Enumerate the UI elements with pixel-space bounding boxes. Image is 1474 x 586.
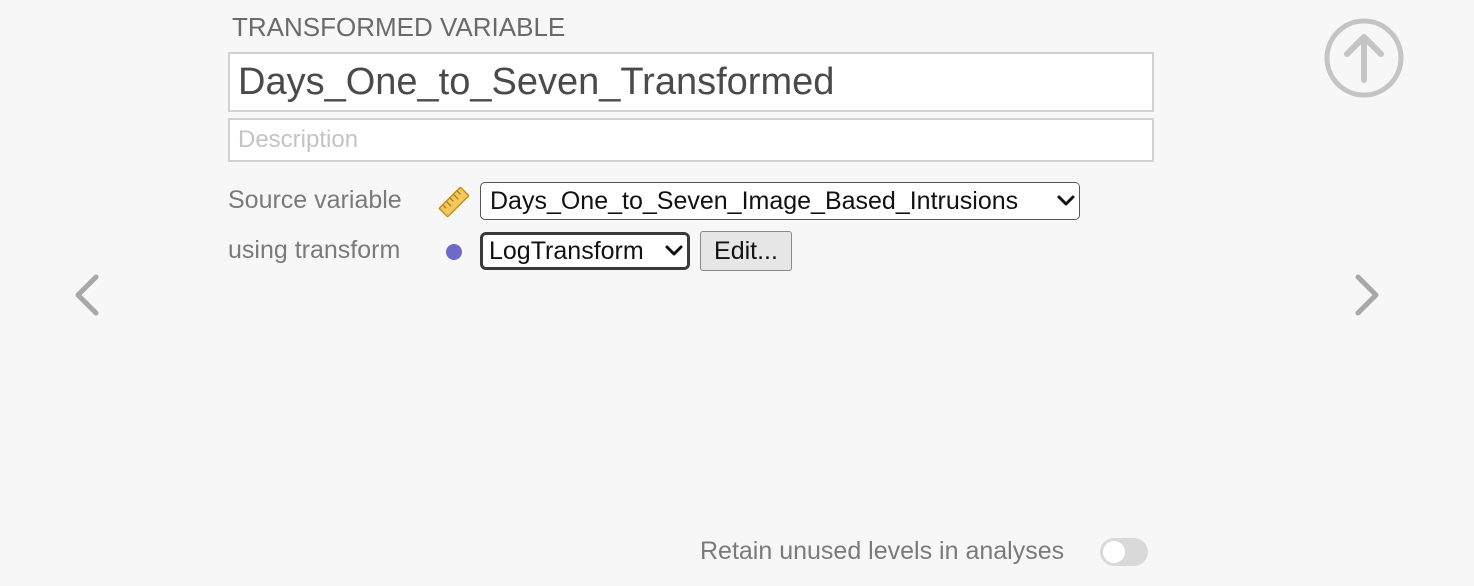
transform-value: LogTransform	[489, 236, 644, 265]
arrow-up-circle-icon[interactable]	[1322, 16, 1406, 100]
retain-unused-levels-toggle[interactable]	[1100, 538, 1148, 566]
transform-dot-icon	[446, 244, 462, 260]
retain-unused-levels-label: Retain unused levels in analyses	[700, 537, 1065, 565]
chevron-left-icon[interactable]	[70, 272, 104, 318]
toggle-knob	[1103, 541, 1125, 563]
edit-transform-button[interactable]: Edit...	[700, 231, 792, 271]
variable-name-input[interactable]	[228, 52, 1154, 112]
transform-select[interactable]: LogTransform	[480, 232, 690, 270]
chevron-down-icon	[661, 235, 687, 267]
source-variable-select[interactable]: Days_One_to_Seven_Image_Based_Intrusions	[480, 182, 1080, 220]
source-variable-label: Source variable	[228, 186, 402, 214]
chevron-right-icon[interactable]	[1350, 272, 1384, 318]
description-input[interactable]	[228, 118, 1154, 162]
section-title: TRANSFORMED VARIABLE	[232, 12, 566, 42]
ruler-icon	[438, 186, 470, 218]
using-transform-label: using transform	[228, 236, 401, 264]
source-variable-value: Days_One_to_Seven_Image_Based_Intrusions	[490, 186, 1019, 215]
chevron-down-icon	[1053, 183, 1079, 219]
